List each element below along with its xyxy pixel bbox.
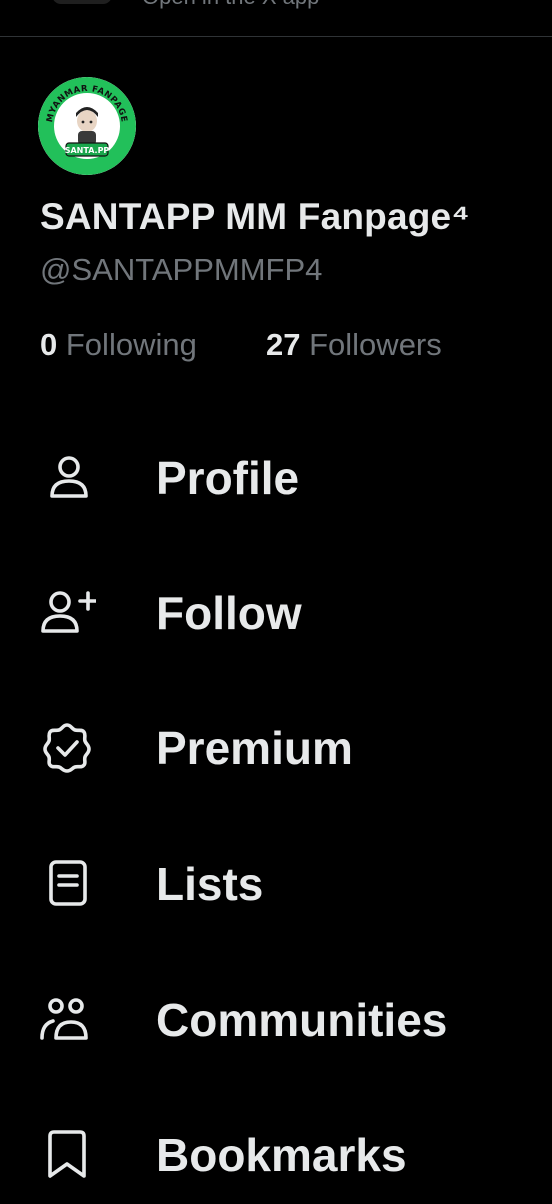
menu-label-premium: Premium [156,722,353,774]
menu-item-premium[interactable]: Premium [0,697,552,797]
menu-item-follow[interactable]: Follow [0,562,552,662]
following-link[interactable]: 0 Following [40,327,197,363]
verified-badge-icon [38,722,96,773]
person-add-icon [38,587,96,637]
menu-item-bookmarks[interactable]: Bookmarks [0,1104,552,1204]
menu-label-profile: Profile [156,452,300,504]
display-name: SANTAPP MM Fanpage⁴ [40,196,470,237]
followers-count: 27 [266,327,301,362]
avatar-badge-text: SANTA.PP [65,146,110,155]
person-icon [38,452,96,502]
avatar[interactable]: MYANMAR FANPAGE SANTA.PP [38,77,136,175]
open-in-app-banner[interactable]: Open in the X app [0,0,552,37]
user-handle: @SANTAPPMMFP4 [40,252,323,287]
menu-label-bookmarks: Bookmarks [156,1129,407,1181]
list-icon [38,858,96,908]
communities-icon [38,994,96,1044]
menu-label-communities: Communities [156,994,448,1046]
menu-item-profile[interactable]: Profile [0,427,552,527]
menu-item-lists[interactable]: Lists [0,833,552,933]
menu-item-communities[interactable]: Communities [0,969,552,1069]
followers-label: Followers [309,327,442,362]
followers-link[interactable]: 27 Followers [266,327,442,363]
following-label: Following [65,327,197,362]
bookmark-icon [38,1129,96,1179]
menu-label-follow: Follow [156,587,302,639]
following-count: 0 [40,327,58,362]
app-logo-icon [52,0,112,4]
menu-label-lists: Lists [156,858,264,910]
open-in-app-text[interactable]: Open in the X app [142,0,319,10]
